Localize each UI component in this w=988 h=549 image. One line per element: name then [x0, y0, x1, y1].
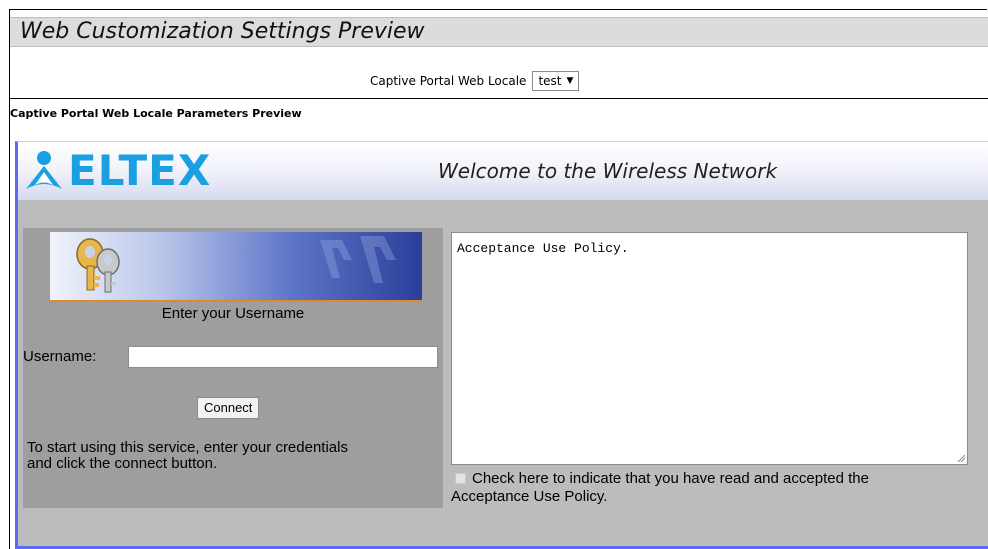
dropdown-arrow-icon: ▼ — [566, 76, 574, 86]
connect-button[interactable]: Connect — [197, 397, 260, 419]
accept-checkbox[interactable] — [455, 473, 466, 484]
accept-row: Check here to indicate that you have rea… — [451, 470, 921, 506]
portal-preview: ELTEX Welcome to the Wireless Network En… — [15, 141, 988, 549]
username-label: Username: — [23, 348, 97, 365]
eltex-logo: ELTEX — [24, 146, 211, 196]
banner-underline — [50, 300, 422, 302]
login-panel: Enter your Username Username: Connect To… — [23, 228, 443, 508]
keys-banner — [50, 232, 422, 300]
aup-textarea[interactable]: Acceptance Use Policy. — [451, 232, 968, 465]
portal-header: ELTEX Welcome to the Wireless Network — [18, 142, 988, 200]
keys-icon — [76, 236, 396, 293]
accept-label: Check here to indicate that you have rea… — [451, 470, 869, 505]
welcome-heading: Welcome to the Wireless Network — [438, 159, 778, 183]
logo-text: ELTEX — [68, 146, 212, 195]
locale-selected-value: test — [538, 74, 562, 88]
logo-person-icon — [26, 151, 62, 189]
divider — [10, 98, 988, 99]
resize-grip-icon[interactable] — [957, 454, 965, 462]
enter-username-label: Enter your Username — [161, 305, 305, 322]
instructions-text: To start using this service, enter your … — [27, 439, 348, 472]
aup-text: Acceptance Use Policy. — [457, 241, 629, 256]
title-bar: Web Customization Settings Preview — [10, 17, 988, 47]
params-heading: Captive Portal Web Locale Parameters Pre… — [10, 107, 302, 120]
page-title: Web Customization Settings Preview — [20, 19, 425, 44]
locale-select[interactable]: test ▼ — [532, 71, 580, 91]
username-input[interactable] — [128, 346, 438, 368]
locale-row: Captive Portal Web Locale test ▼ — [370, 71, 580, 91]
locale-label: Captive Portal Web Locale — [370, 74, 527, 88]
